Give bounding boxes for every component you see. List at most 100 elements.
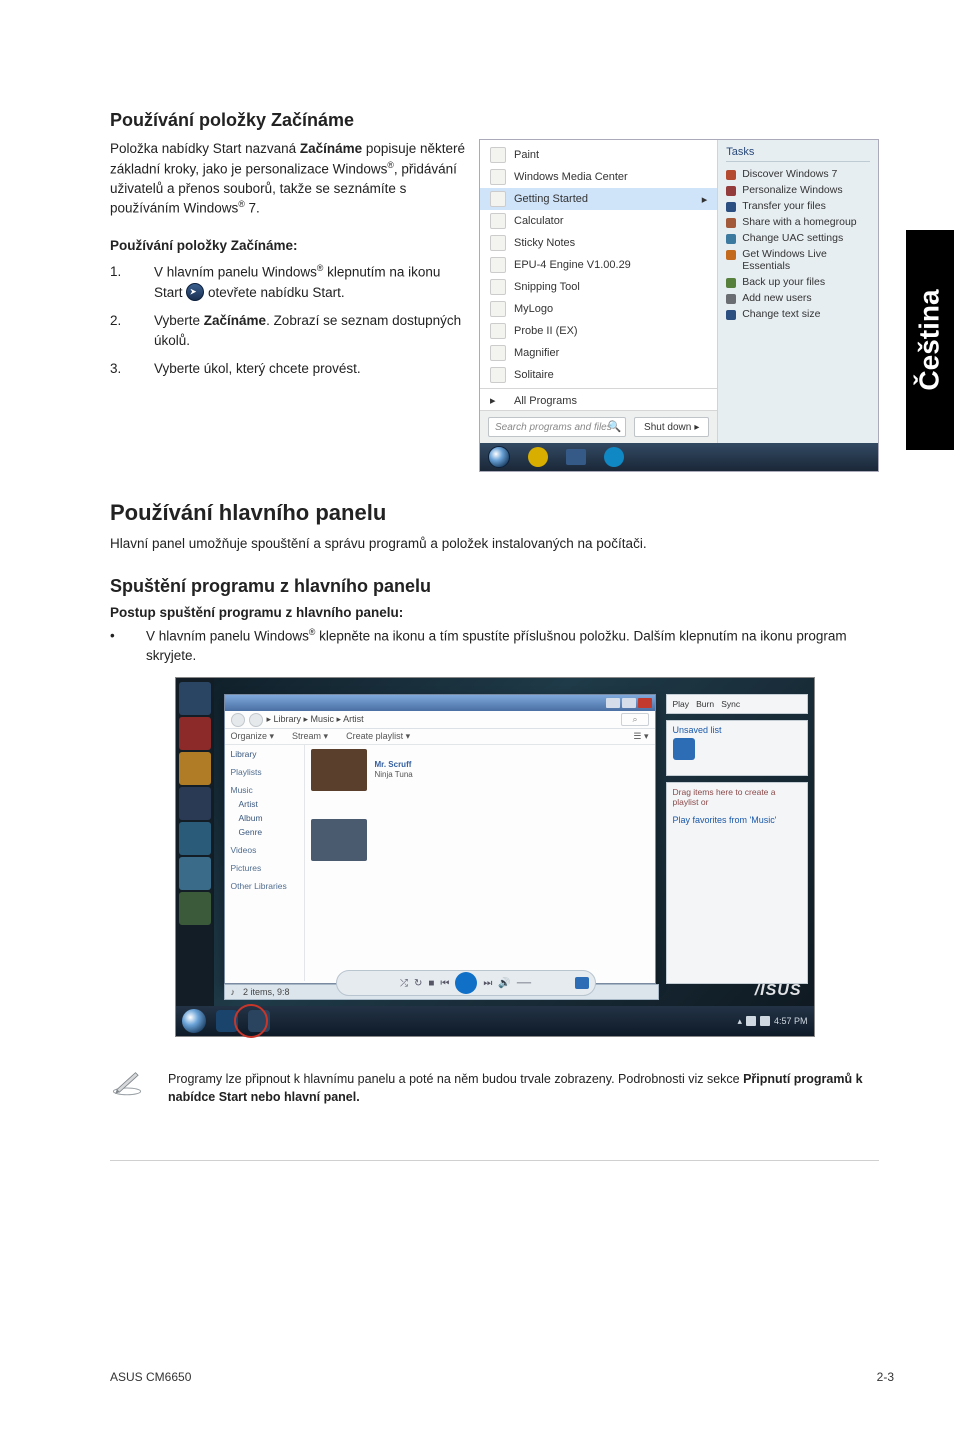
task-item[interactable]: Discover Windows 7	[726, 166, 870, 182]
list-item[interactable]	[311, 819, 649, 861]
task-item[interactable]: Transfer your files	[726, 198, 870, 214]
task-item[interactable]: Get Windows Live Essentials	[726, 246, 870, 274]
dock-icon-5[interactable]	[179, 822, 211, 855]
start-menu-item[interactable]: Magnifier	[480, 342, 717, 364]
sidebar-pictures[interactable]: Pictures	[231, 863, 298, 873]
task-item[interactable]: Change UAC settings	[726, 230, 870, 246]
address-bar[interactable]: ▸ Library ▸ Music ▸ Artist ⌕	[225, 711, 655, 729]
create-playlist-menu[interactable]: Create playlist ▾	[346, 731, 410, 742]
program-icon	[490, 257, 506, 273]
task-item[interactable]: Add new users	[726, 290, 870, 306]
start-orb-icon	[186, 283, 204, 301]
shutdown-button[interactable]: Shut down▸	[634, 417, 709, 437]
prev-icon[interactable]: ⏮	[440, 978, 449, 989]
dock-icon-3[interactable]	[179, 752, 211, 785]
wmp-icon[interactable]	[604, 447, 624, 467]
list-item[interactable]: Mr. Scruff Ninja Tuna	[311, 749, 649, 791]
play-button-icon[interactable]	[455, 972, 477, 994]
library-search-input[interactable]: ⌕	[621, 713, 648, 726]
note-text: Programy lze připnout k hlavnímu panelu …	[168, 1071, 879, 1106]
wmp-sidebar: Library Playlists Music Artist Album Gen…	[225, 745, 305, 981]
repeat-icon[interactable]: ↻	[414, 978, 422, 989]
status-text: 2 items, 9:8	[243, 987, 290, 997]
ie-icon[interactable]	[528, 447, 548, 467]
section2-heading: Používání hlavního panelu	[110, 500, 879, 526]
start-menu-item[interactable]: MyLogo	[480, 298, 717, 320]
sidebar-playlists[interactable]: Playlists	[231, 767, 298, 777]
unsaved-list-label: Unsaved list	[673, 725, 801, 735]
menu-item-label: Paint	[514, 149, 539, 161]
organize-menu[interactable]: Organize ▾	[231, 731, 275, 742]
action-center-icon[interactable]	[746, 1016, 756, 1026]
task-icon	[726, 218, 736, 228]
wmp-list: Mr. Scruff Ninja Tuna	[305, 745, 655, 981]
taskbar-explorer-icon-highlighted[interactable]	[248, 1010, 270, 1032]
sidebar-library[interactable]: Library	[231, 749, 298, 759]
start-menu-item[interactable]: Solitaire	[480, 364, 717, 386]
sidebar-genre[interactable]: Genre	[231, 827, 298, 837]
dock-icon-4[interactable]	[179, 787, 211, 820]
section1-title: Používání položky Začínáme	[110, 110, 879, 131]
stop-icon[interactable]: ■	[428, 978, 434, 989]
play-favorites[interactable]: Play favorites from 'Music'	[673, 815, 801, 825]
sidebar-album[interactable]: Album	[231, 813, 298, 823]
start-button-icon[interactable]	[488, 446, 510, 468]
forward-button-icon[interactable]	[249, 713, 263, 727]
task-item[interactable]: Change text size	[726, 306, 870, 322]
intro-post3: 7.	[245, 201, 260, 216]
task-icon	[726, 202, 736, 212]
tab-play[interactable]: Play	[673, 699, 690, 709]
program-icon	[490, 147, 506, 163]
taskbar-start-icon[interactable]	[182, 1009, 206, 1033]
task-item[interactable]: Back up your files	[726, 274, 870, 290]
switch-view-icon[interactable]	[575, 977, 589, 989]
start-menu-item[interactable]: Snipping Tool	[480, 276, 717, 298]
start-menu-item[interactable]: Probe II (EX)	[480, 320, 717, 342]
sidebar-music[interactable]: Music	[231, 785, 298, 795]
task-icon	[726, 250, 736, 260]
dock-icon-7[interactable]	[179, 892, 211, 925]
dock-icon-1[interactable]	[179, 682, 211, 715]
next-icon[interactable]: ⏭	[483, 978, 492, 989]
explorer-icon[interactable]	[566, 449, 586, 465]
sidebar-artist[interactable]: Artist	[231, 799, 298, 809]
tab-burn[interactable]: Burn	[696, 699, 714, 709]
maximize-button[interactable]	[622, 698, 636, 708]
minimize-button[interactable]	[606, 698, 620, 708]
back-button-icon[interactable]	[231, 713, 245, 727]
start-menu-item[interactable]: EPU-4 Engine V1.00.29	[480, 254, 717, 276]
volume-tray-icon[interactable]	[760, 1016, 770, 1026]
task-item[interactable]: Share with a homegroup	[726, 214, 870, 230]
program-icon	[490, 367, 506, 383]
drag-target[interactable]: Drag items here to create a playlist or …	[666, 782, 808, 984]
dock-icon-6[interactable]	[179, 857, 211, 890]
task-label: Discover Windows 7	[742, 168, 837, 180]
start-menu-item[interactable]: Sticky Notes	[480, 232, 717, 254]
start-menu-item[interactable]: Paint	[480, 144, 717, 166]
wmp-toolbar: Organize ▾ Stream ▾ Create playlist ▾ ☰ …	[225, 729, 655, 745]
start-menu-item[interactable]: Windows Media Center	[480, 166, 717, 188]
task-icon	[726, 234, 736, 244]
row-album: Ninja Tuna	[375, 770, 413, 780]
close-button[interactable]	[638, 698, 652, 708]
start-menu-item[interactable]: Getting Started▸	[480, 188, 717, 210]
stream-menu[interactable]: Stream ▾	[292, 731, 328, 742]
section1-subhead: Používání položky Začínáme:	[110, 236, 465, 256]
sidebar-videos[interactable]: Videos	[231, 845, 298, 855]
intro-bold: Začínáme	[300, 141, 362, 156]
start-menu-item[interactable]: Calculator	[480, 210, 717, 232]
play-burn-sync-tabs: Play Burn Sync	[666, 694, 808, 714]
task-item[interactable]: Personalize Windows	[726, 182, 870, 198]
volume-icon[interactable]: 🔊	[498, 978, 510, 989]
tab-sync[interactable]: Sync	[721, 699, 740, 709]
tray-up-icon[interactable]: ▴	[737, 1016, 742, 1027]
shuffle-icon[interactable]: ⤮	[400, 978, 408, 989]
dock-icon-2[interactable]	[179, 717, 211, 750]
start-search-input[interactable]: Search programs and files🔍	[488, 417, 626, 437]
sidebar-other[interactable]: Other Libraries	[231, 881, 298, 891]
task-label: Back up your files	[742, 276, 825, 288]
all-programs-item[interactable]: ▸All Programs	[480, 391, 717, 410]
task-label: Change text size	[742, 308, 820, 320]
row-artist: Mr. Scruff	[375, 760, 413, 770]
taskbar-strip	[480, 443, 878, 471]
